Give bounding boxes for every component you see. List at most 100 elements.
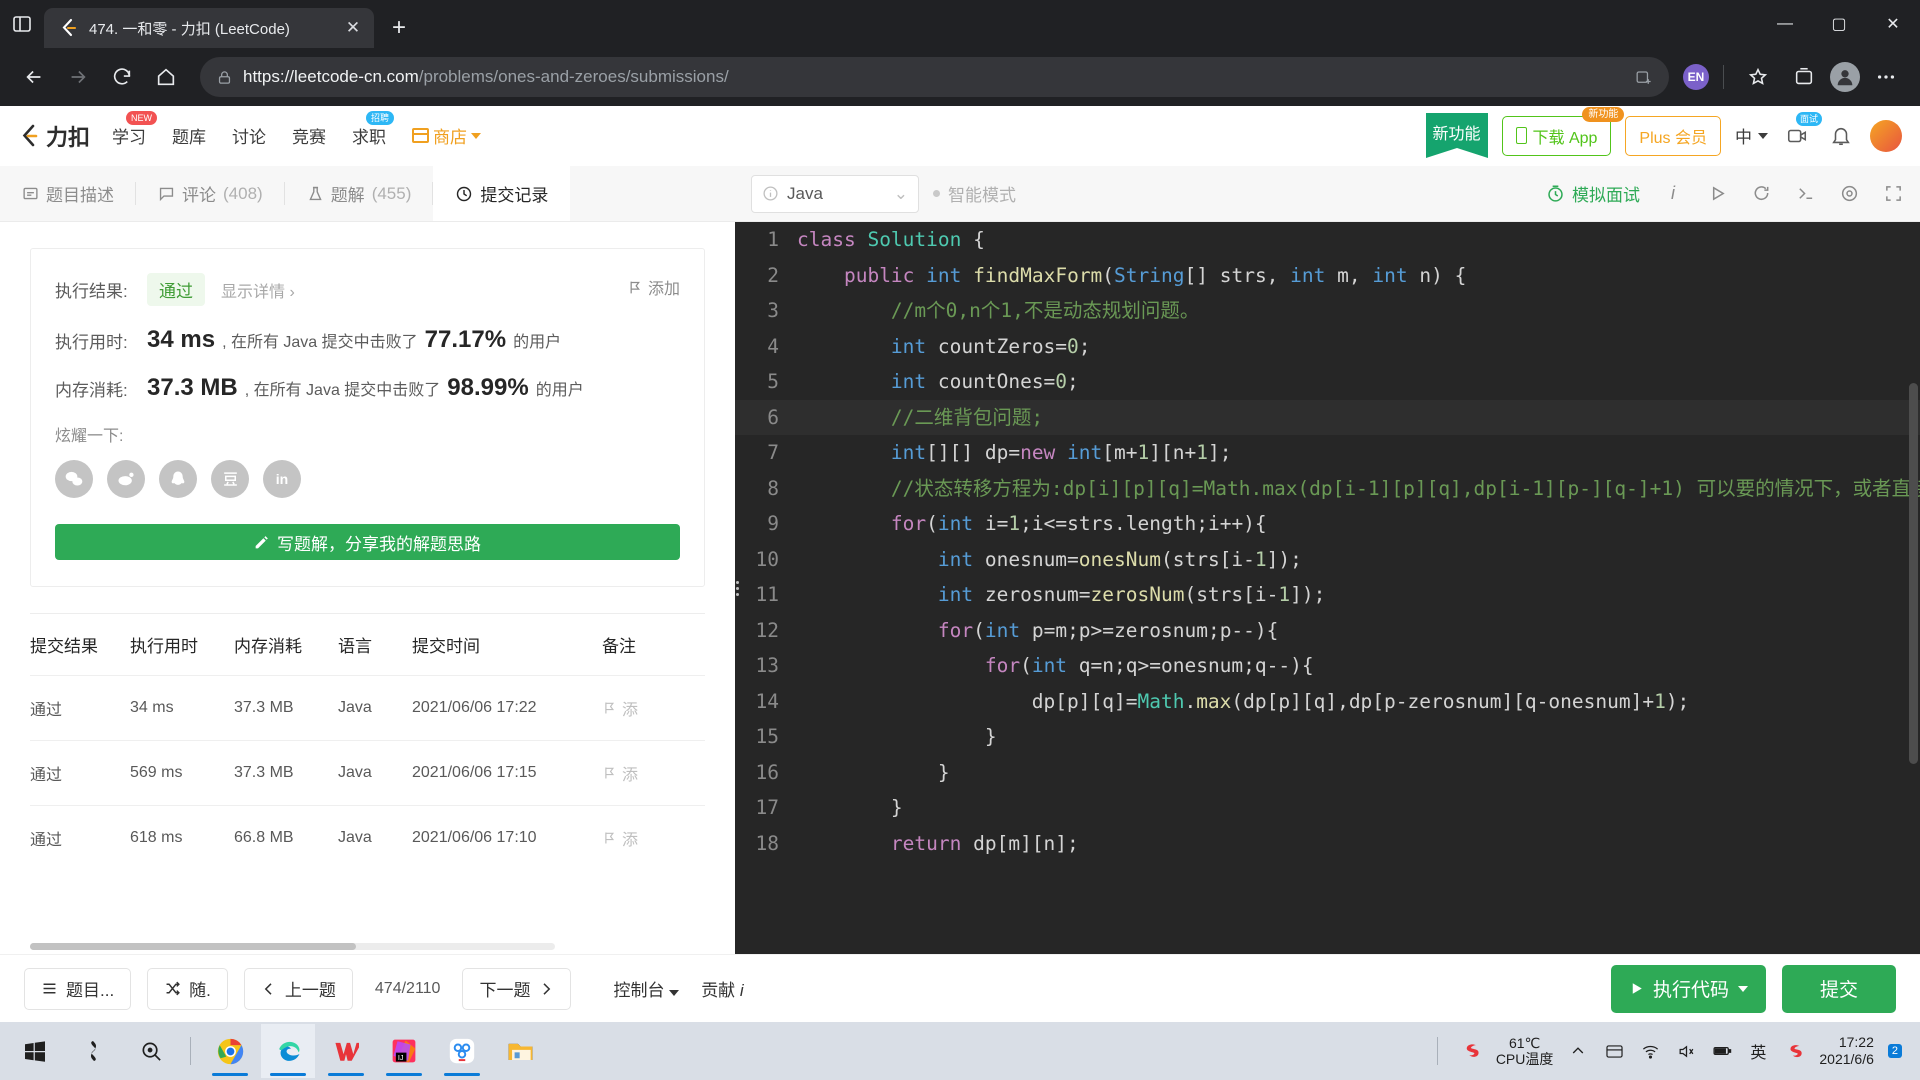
code-text[interactable]: public int findMaxForm(String[] strs, in… — [797, 258, 1920, 294]
new-tab-button[interactable]: + — [380, 9, 418, 47]
show-detail-link[interactable]: 显示详情 › — [221, 278, 295, 302]
close-icon[interactable]: ✕ — [340, 15, 366, 41]
code-line[interactable]: 17 } — [735, 790, 1920, 826]
user-avatar[interactable] — [1870, 119, 1902, 152]
profile-avatar[interactable] — [1830, 62, 1860, 92]
download-app-button[interactable]: 下载 App 新功能 — [1501, 106, 1625, 156]
nav-item-discuss[interactable]: 讨论 — [232, 123, 266, 148]
row-note[interactable]: 添 — [602, 740, 705, 806]
fullscreen-icon[interactable] — [1882, 183, 1904, 205]
row-status[interactable]: 通过 — [30, 805, 130, 870]
windows-start-icon[interactable] — [8, 1024, 62, 1078]
taskbar-clock[interactable]: 17:22 2021/6/6 — [1819, 1034, 1874, 1068]
battery-icon[interactable] — [1711, 1040, 1733, 1062]
code-line[interactable]: 14 dp[p][q]=Math.max(dp[p][q],dp[p-zeros… — [735, 684, 1920, 720]
collections-icon[interactable] — [1784, 57, 1824, 97]
settings-icon[interactable] — [1838, 183, 1860, 205]
ime-indicator[interactable]: 英 — [1747, 1040, 1769, 1062]
code-text[interactable]: int[][] dp=new int[m+1][n+1]; — [797, 435, 1920, 471]
code-text[interactable]: return dp[m][n]; — [797, 826, 1920, 862]
random-problem-button[interactable]: 随. — [147, 967, 228, 1010]
tab-submissions[interactable]: 提交记录 — [433, 166, 571, 221]
terminal-icon[interactable] — [1794, 183, 1816, 205]
language-switcher[interactable]: 中 — [1735, 123, 1768, 148]
tab-solutions[interactable]: 题解 (455) — [285, 166, 434, 221]
code-line[interactable]: 11 int zerosnum=zerosNum(strs[i-1]); — [735, 577, 1920, 613]
code-text[interactable]: } — [797, 719, 1920, 755]
address-bar[interactable]: https://leetcode-cn.com/problems/ones-an… — [200, 57, 1669, 97]
code-line[interactable]: 15 } — [735, 719, 1920, 755]
console-toggle[interactable]: 控制台 — [613, 976, 680, 1001]
nav-item-problems[interactable]: 题库 — [172, 123, 206, 148]
qq-icon[interactable] — [159, 460, 197, 498]
table-row[interactable]: 通过 34 ms 37.3 MB Java 2021/06/06 17:22 添 — [30, 675, 705, 741]
code-text[interactable]: //m个0,n个1,不是动态规划问题。 — [797, 293, 1920, 329]
code-text[interactable]: //二维背包问题; — [797, 400, 1920, 436]
code-text[interactable]: } — [797, 755, 1920, 791]
douban-icon[interactable] — [211, 460, 249, 498]
reset-icon[interactable] — [1750, 183, 1772, 205]
scrollbar-thumb[interactable] — [1909, 383, 1918, 764]
intellij-icon[interactable]: IJ — [377, 1024, 431, 1078]
code-text[interactable]: for(int i=1;i<=strs.length;i++){ — [797, 506, 1920, 542]
code-text[interactable]: for(int p=m;p>=zerosnum;p--){ — [797, 613, 1920, 649]
code-line[interactable]: 10 int onesnum=onesNum(strs[i-1]); — [735, 542, 1920, 578]
sogou-icon[interactable] — [1460, 1040, 1482, 1062]
linkedin-icon[interactable]: in — [263, 460, 301, 498]
code-line[interactable]: 8 //状态转移方程为:dp[i][p][q]=Math.max(dp[i-1]… — [735, 471, 1920, 507]
write-solution-button[interactable]: 写题解，分享我的解题思路 — [55, 524, 680, 560]
smart-mode-toggle[interactable]: 智能模式 — [933, 181, 1016, 206]
code-text[interactable]: class Solution { — [797, 222, 1920, 258]
nav-item-store[interactable]: 商店 — [412, 123, 482, 148]
minimize-icon[interactable]: — — [1758, 0, 1812, 48]
onenote-icon[interactable] — [66, 1024, 120, 1078]
nav-item-jobs[interactable]: 求职 招聘 — [352, 111, 395, 148]
nav-item-study[interactable]: 学习 NEW — [112, 111, 158, 148]
wifi-icon[interactable] — [1639, 1040, 1661, 1062]
favorites-icon[interactable] — [1738, 57, 1778, 97]
next-problem-button[interactable]: 下一题 — [462, 967, 572, 1010]
code-line[interactable]: 13 for(int q=n;q>=onesnum;q--){ — [735, 648, 1920, 684]
table-row[interactable]: 通过 569 ms 37.3 MB Java 2021/06/06 17:15 … — [30, 740, 705, 806]
run-icon[interactable] — [1706, 183, 1728, 205]
submit-button[interactable]: 提交 — [1781, 964, 1896, 1013]
horizontal-scrollbar[interactable] — [30, 943, 555, 950]
code-text[interactable]: int countOnes=0; — [797, 364, 1920, 400]
row-status[interactable]: 通过 — [30, 740, 130, 806]
tab-description[interactable]: 题目描述 — [0, 166, 136, 221]
code-lines[interactable]: 1 class Solution {2 public int findMaxFor… — [735, 222, 1920, 861]
code-line[interactable]: 5 int countOnes=0; — [735, 364, 1920, 400]
problem-list-button[interactable]: 题目... — [24, 967, 132, 1010]
code-text[interactable]: for(int q=n;q>=onesnum;q--){ — [797, 648, 1920, 684]
code-text[interactable]: int countZeros=0; — [797, 329, 1920, 365]
mock-interview-button[interactable]: 模拟面试 — [1546, 181, 1640, 206]
sogou-pinyin-icon[interactable] — [1783, 1040, 1805, 1062]
editor-vertical-scrollbar[interactable] — [1909, 222, 1918, 954]
forward-icon[interactable] — [58, 57, 98, 97]
volume-icon[interactable] — [1675, 1040, 1697, 1062]
browser-more-icon[interactable] — [1866, 57, 1906, 97]
code-line[interactable]: 7 int[][] dp=new int[m+1][n+1]; — [735, 435, 1920, 471]
code-line[interactable]: 4 int countZeros=0; — [735, 329, 1920, 365]
collections-add-icon[interactable] — [1627, 61, 1659, 93]
interview-icon[interactable]: 面试 — [1782, 111, 1822, 151]
code-line[interactable]: 18 return dp[m][n]; — [735, 826, 1920, 862]
chevron-up-icon[interactable] — [1567, 1040, 1589, 1062]
chrome-icon[interactable] — [203, 1024, 257, 1078]
file-explorer-icon[interactable] — [493, 1024, 547, 1078]
prev-problem-button[interactable]: 上一题 — [243, 967, 353, 1010]
plus-member-button[interactable]: Plus 会员 — [1625, 115, 1721, 156]
leetcode-logo[interactable]: 力扣 — [18, 120, 90, 152]
window-close-icon[interactable]: ✕ — [1866, 0, 1920, 48]
notifications-icon[interactable] — [1826, 121, 1856, 151]
pane-resize-handle[interactable] — [735, 558, 740, 618]
wps-icon[interactable] — [319, 1024, 373, 1078]
row-status[interactable]: 通过 — [30, 675, 130, 741]
language-select[interactable]: Java ⌄ — [751, 174, 919, 213]
code-editor[interactable]: 1 class Solution {2 public int findMaxFor… — [735, 222, 1920, 954]
reload-icon[interactable] — [102, 57, 142, 97]
code-text[interactable]: //状态转移方程为:dp[i][p][q]=Math.max(dp[i-1][p… — [797, 471, 1920, 507]
onedrive-icon[interactable] — [1603, 1040, 1625, 1062]
code-line[interactable]: 16 } — [735, 755, 1920, 791]
info-icon[interactable]: i — [1662, 183, 1684, 205]
